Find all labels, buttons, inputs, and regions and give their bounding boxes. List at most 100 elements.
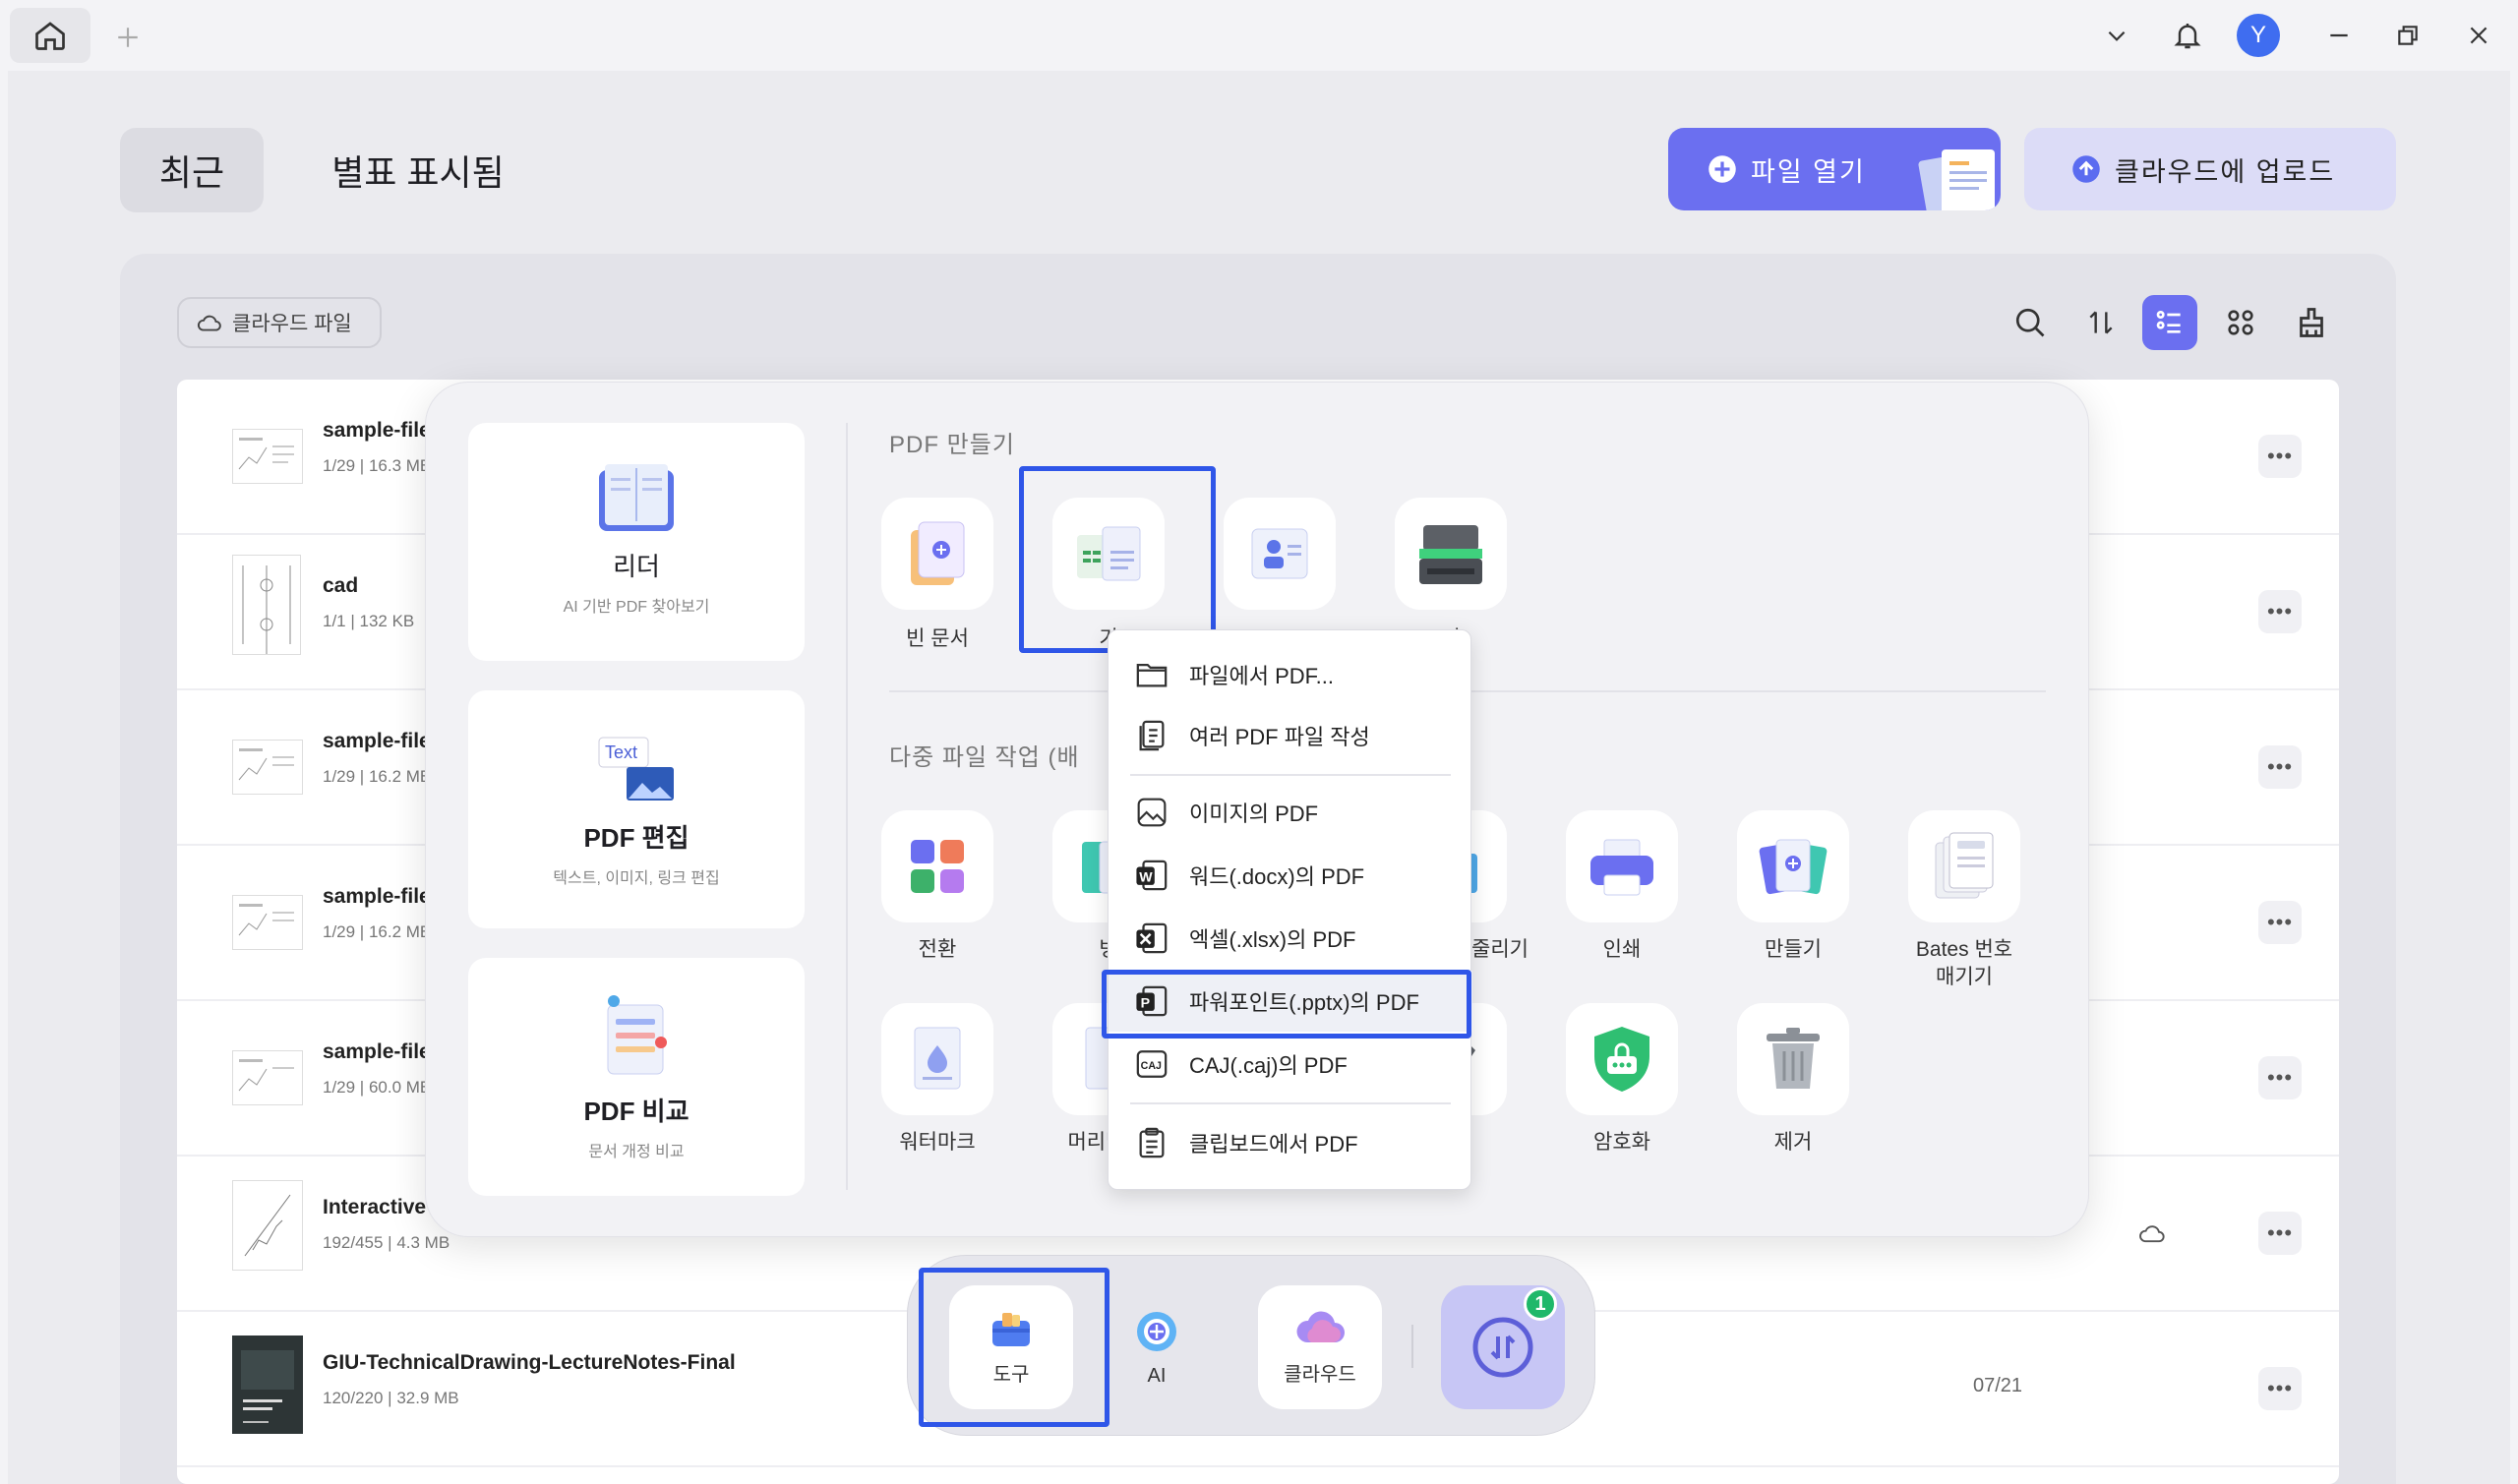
cloud-files-label: 클라우드 파일 <box>232 313 352 335</box>
tool-label: 워터마크 <box>899 1131 976 1154</box>
minimize-icon <box>2330 33 2348 37</box>
menu-item-label: 엑셀(.xlsx)의 PDF <box>1189 927 1356 952</box>
more-button[interactable]: ••• <box>2258 1056 2302 1099</box>
id-card-button[interactable] <box>1224 498 1336 610</box>
remove-button[interactable] <box>1737 1003 1849 1115</box>
dock-cloud-button[interactable]: 클라우드 <box>1258 1285 1382 1409</box>
open-file-button[interactable]: 파일 열기 <box>1668 128 2001 210</box>
notification-button[interactable] <box>2166 12 2209 59</box>
pdf-compare-card[interactable]: PDF 비교 문서 개정 비교 <box>468 958 805 1196</box>
clean-button[interactable] <box>2290 299 2333 346</box>
more-button[interactable]: ••• <box>2258 1212 2302 1255</box>
file-meta: 120/220 | 32.9 MB <box>323 1389 459 1407</box>
menu-separator <box>1130 1102 1451 1104</box>
card-title: 리더 <box>613 552 660 581</box>
book-icon <box>599 464 674 531</box>
close-button[interactable] <box>2457 14 2500 57</box>
tab-starred[interactable]: 별표 표시됨 <box>305 128 531 212</box>
list-view-button[interactable] <box>2142 295 2197 350</box>
print-icon <box>1590 839 1653 896</box>
file-name: GIU-TechnicalDrawing-LectureNotes-Final <box>323 1351 736 1374</box>
open-file-label: 파일 열기 <box>1751 156 1866 187</box>
from-file-dropdown: 파일에서 PDF... 여러 PDF 파일 작성 이미지의 PDF W 워드(.… <box>1108 629 1472 1190</box>
menu-item-label: 파일에서 PDF... <box>1189 664 1334 688</box>
grid-view-button[interactable] <box>2219 301 2262 344</box>
menu-separator <box>1130 774 1451 776</box>
sort-button[interactable] <box>2079 301 2123 344</box>
menu-item-multi-pdf[interactable]: 여러 PDF 파일 작성 <box>1109 705 1472 766</box>
tool-label: 제거 <box>1773 1131 1813 1154</box>
upload-cloud-button[interactable]: 클라우드에 업로드 <box>2024 128 2396 210</box>
file-meta: 1/29 | 16.2 MB <box>323 922 432 941</box>
menu-item-label: CAJ(.caj)의 PDF <box>1189 1053 1348 1078</box>
menu-item-word[interactable]: W 워드(.docx)의 PDF <box>1109 845 1472 906</box>
more-button[interactable]: ••• <box>2258 590 2302 633</box>
convert-icon <box>911 840 964 893</box>
cloud-files-button[interactable]: 클라우드 파일 <box>177 297 382 348</box>
more-button[interactable]: ••• <box>2258 435 2302 478</box>
bell-icon <box>2174 24 2201 49</box>
file-thumbnail <box>232 429 303 484</box>
create-icon <box>1759 839 1828 895</box>
cloud-icon <box>1296 1311 1345 1342</box>
search-button[interactable] <box>2008 301 2052 344</box>
grid-view-icon <box>2228 310 2253 335</box>
create-button[interactable] <box>1737 810 1849 922</box>
powerpoint-highlight <box>1102 970 1471 1039</box>
convert-button[interactable] <box>881 810 993 922</box>
blank-doc-button[interactable] <box>881 498 993 610</box>
word-icon: W <box>1136 860 1168 891</box>
tab-recent[interactable]: 최근 <box>120 128 264 212</box>
minimize-button[interactable] <box>2317 14 2361 57</box>
file-meta: 1/29 | 16.3 MB <box>323 456 432 475</box>
file-date: 07/21 <box>1973 1375 2023 1396</box>
from-file-highlight <box>1019 466 1216 653</box>
card-subtitle: AI 기반 PDF 찾아보기 <box>563 599 710 616</box>
file-meta: 1/29 | 16.2 MB <box>323 767 432 786</box>
tool-label: 암호화 <box>1593 1131 1650 1154</box>
dock-divider <box>1411 1325 1413 1368</box>
home-button[interactable] <box>10 8 90 63</box>
menu-item-label: 클립보드에서 PDF <box>1189 1132 1358 1157</box>
dock-ai-button[interactable]: AI <box>1103 1285 1211 1409</box>
title-bar: Y <box>0 0 2518 71</box>
avatar[interactable]: Y <box>2237 14 2280 57</box>
card-subtitle: 텍스트, 이미지, 링크 편집 <box>553 870 720 887</box>
scanner-button[interactable] <box>1395 498 1507 610</box>
watermark-button[interactable] <box>881 1003 993 1115</box>
more-button[interactable]: ••• <box>2258 745 2302 789</box>
restore-icon <box>2398 26 2418 45</box>
more-button[interactable]: ••• <box>2258 1367 2302 1410</box>
print-button[interactable] <box>1566 810 1678 922</box>
chevron-down-icon <box>2108 30 2126 41</box>
menu-item-label: 워드(.docx)의 PDF <box>1189 864 1365 889</box>
tool-label: 인쇄 <box>1602 938 1642 961</box>
dropdown-button[interactable] <box>2095 14 2138 57</box>
pdf-edit-card[interactable]: Text PDF 편집 텍스트, 이미지, 링크 편집 <box>468 690 805 928</box>
multi-file-icon <box>1139 720 1165 751</box>
menu-item-label: 이미지의 PDF <box>1189 801 1319 826</box>
convert-circle-icon <box>1472 1317 1533 1378</box>
batch-section-title: 다중 파일 작업 (배 <box>889 744 1080 771</box>
encrypt-button[interactable] <box>1566 1003 1678 1115</box>
cloud-sync-icon <box>2139 1225 2165 1243</box>
notification-badge: 1 <box>1524 1287 1557 1321</box>
watermark-icon <box>914 1027 961 1090</box>
edit-text-icon: Text <box>598 737 674 801</box>
plus-circle-icon <box>1709 155 1736 183</box>
file-meta: 1/1 | 132 KB <box>323 612 415 630</box>
reader-card[interactable]: 리더 AI 기반 PDF 찾아보기 <box>468 423 805 661</box>
more-button[interactable]: ••• <box>2258 901 2302 944</box>
tool-label: 빈 문서 <box>906 627 969 650</box>
restore-button[interactable] <box>2386 14 2429 57</box>
upload-cloud-label: 클라우드에 업로드 <box>2115 156 2336 187</box>
menu-item-clipboard[interactable]: 클립보드에서 PDF <box>1109 1112 1472 1173</box>
menu-item-excel[interactable]: 엑셀(.xlsx)의 PDF <box>1109 908 1472 969</box>
bates-button[interactable] <box>1908 810 2020 922</box>
card-title: PDF 비교 <box>583 1097 689 1126</box>
menu-item-caj[interactable]: CAJ CAJ(.caj)의 PDF <box>1109 1034 1472 1095</box>
menu-item-image[interactable]: 이미지의 PDF <box>1109 782 1472 843</box>
new-tab-button[interactable] <box>104 14 151 61</box>
menu-item-from-file[interactable]: 파일에서 PDF... <box>1109 644 1472 705</box>
popup-divider <box>846 423 848 1190</box>
